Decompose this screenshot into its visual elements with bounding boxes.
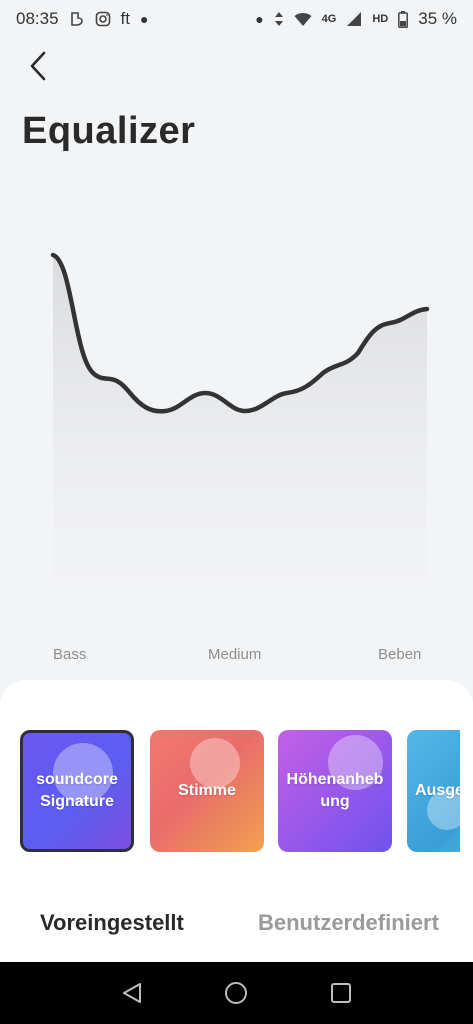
equalizer-curve[interactable] — [40, 225, 440, 585]
preset-card-hoehenanhebung[interactable]: Höhenanheb ung — [278, 730, 392, 852]
eq-label-bass: Bass — [53, 646, 87, 663]
battery-percent: 35 % — [418, 9, 457, 28]
notification-dot-icon: ● — [140, 11, 149, 27]
back-button[interactable] — [20, 48, 56, 84]
network-type: 4G — [321, 13, 337, 25]
system-nav-bar — [0, 962, 473, 1024]
preset-card-stimme[interactable]: Stimme — [150, 730, 264, 852]
data-arrows-icon — [274, 11, 284, 27]
preset-label: Ausge — [415, 782, 460, 799]
signal-icon — [346, 11, 362, 27]
preset-label: soundcore Signature — [36, 771, 118, 810]
wifi-icon — [294, 11, 312, 27]
hd-badge: HD — [372, 13, 389, 25]
nav-recents-button[interactable] — [326, 978, 356, 1008]
page-title: Equalizer — [22, 110, 196, 152]
preset-label: Höhenanheb ung — [286, 771, 384, 810]
status-bar-left: 08:35 ft ● — [16, 9, 148, 29]
chevron-left-icon — [30, 51, 46, 81]
status-time: 08:35 — [16, 9, 59, 28]
ft-icon: ft — [120, 9, 130, 28]
tab-benutzerdefiniert[interactable]: Benutzerdefiniert — [258, 910, 439, 936]
preset-label: Stimme — [178, 782, 236, 799]
preset-sheet: soundcore Signature Stimme Höhenanheb un… — [0, 680, 473, 962]
preset-card-soundcore-signature[interactable]: soundcore Signature — [20, 730, 134, 852]
notification-icon — [69, 11, 85, 27]
dot-icon: ● — [255, 11, 264, 27]
nav-home-button[interactable] — [221, 978, 251, 1008]
square-recents-icon — [330, 983, 351, 1003]
circle-home-icon — [225, 982, 248, 1004]
tab-voreingestellt[interactable]: Voreingestellt — [40, 910, 184, 936]
triangle-back-icon — [123, 983, 142, 1003]
eq-label-beben: Beben — [378, 646, 422, 663]
instagram-icon — [95, 11, 111, 27]
preset-carousel[interactable]: soundcore Signature Stimme Höhenanheb un… — [20, 730, 460, 852]
nav-back-button[interactable] — [117, 978, 147, 1008]
status-bar-right: ● 4G HD 35 % — [255, 9, 457, 29]
status-bar: 08:35 ft ● ● 4G HD 35 % — [0, 0, 473, 38]
battery-icon — [398, 10, 409, 28]
eq-label-medium: Medium — [208, 646, 262, 663]
preset-card-ausgeglichen[interactable]: Ausge — [407, 730, 460, 852]
